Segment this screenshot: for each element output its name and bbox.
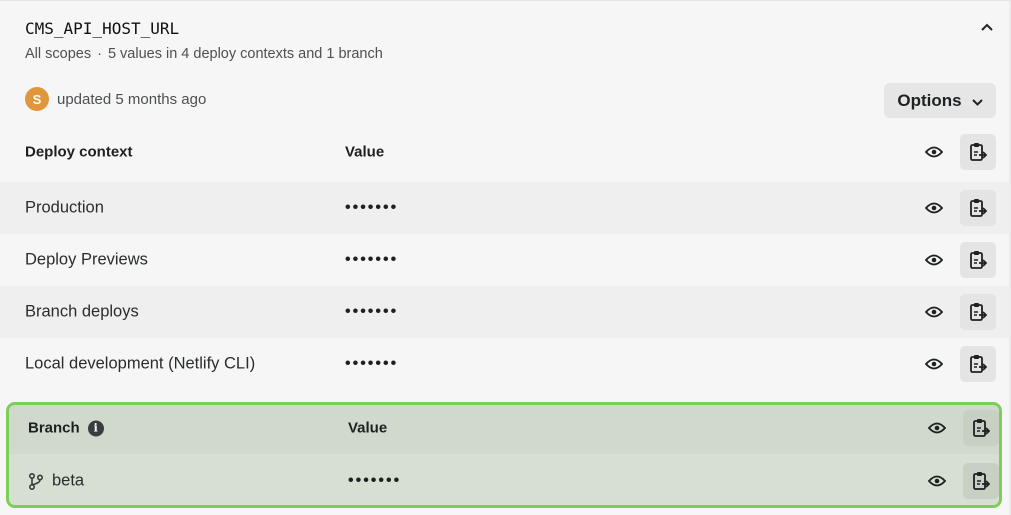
chevron-down-icon (971, 91, 983, 111)
clipboard-copy-icon[interactable] (960, 134, 996, 170)
clipboard-copy-icon[interactable] (960, 242, 996, 278)
masked-value: ••••••• (345, 199, 399, 216)
branch-name: beta (52, 471, 85, 490)
context-label: Deploy Previews (25, 250, 148, 269)
eye-icon[interactable] (925, 469, 949, 493)
context-label: Production (25, 198, 104, 217)
branch-table-header: Branch i Value (9, 405, 999, 454)
variable-meta: All scopes · 5 values in 4 deploy contexts… (25, 46, 383, 62)
context-label: Local development (Netlify CLI) (25, 354, 256, 373)
context-label: Branch deploys (25, 302, 139, 321)
eye-icon[interactable] (922, 300, 946, 324)
table-row: Branch deploys ••••••• (0, 286, 1009, 338)
column-header-branch: Branch i (28, 420, 104, 437)
eye-icon[interactable] (922, 196, 946, 220)
updated-text: updated 5 months ago (57, 90, 207, 108)
clipboard-copy-icon[interactable] (960, 294, 996, 330)
column-header-value: Value (348, 419, 388, 437)
options-button[interactable]: Options (884, 83, 996, 118)
branch-values-section: Branch i Value beta ••••••• (6, 402, 1002, 508)
meta-separator: · (97, 46, 102, 62)
table-row: Local development (Netlify CLI) ••••••• (0, 338, 1009, 390)
clipboard-copy-icon[interactable] (960, 190, 996, 226)
scope-text: All scopes (25, 46, 92, 62)
masked-value: ••••••• (345, 303, 399, 320)
variable-name: CMS_API_HOST_URL (25, 19, 180, 38)
env-variable-panel: CMS_API_HOST_URL All scopes · 5 values in … (0, 0, 1011, 515)
git-branch-icon (28, 472, 44, 490)
table-row: Production ••••••• (0, 182, 1009, 234)
masked-value: ••••••• (345, 355, 399, 372)
avatar: S (25, 87, 49, 111)
eye-icon[interactable] (922, 248, 946, 272)
clipboard-copy-icon[interactable] (960, 346, 996, 382)
table-row: Deploy Previews ••••••• (0, 234, 1009, 286)
values-summary: 5 values in 4 deploy contexts and 1 bran… (107, 46, 383, 62)
clipboard-copy-icon[interactable] (963, 463, 999, 499)
clipboard-copy-icon[interactable] (963, 410, 999, 446)
masked-value: ••••••• (348, 472, 402, 489)
table-row: beta ••••••• (9, 454, 999, 505)
branch-entry: beta (28, 472, 84, 491)
chevron-up-icon[interactable] (977, 17, 997, 37)
updated-info: S updated 5 months ago (25, 87, 206, 111)
masked-value: ••••••• (345, 251, 399, 268)
eye-icon[interactable] (925, 416, 949, 440)
branch-header-label: Branch (28, 419, 80, 437)
eye-icon[interactable] (922, 352, 946, 376)
contexts-table-header: Deploy context Value (0, 126, 1009, 178)
info-icon[interactable]: i (87, 420, 104, 436)
column-header-deploy-context: Deploy context (25, 143, 133, 161)
eye-icon[interactable] (922, 140, 946, 164)
column-header-value: Value (345, 143, 385, 161)
options-label: Options (897, 90, 962, 110)
